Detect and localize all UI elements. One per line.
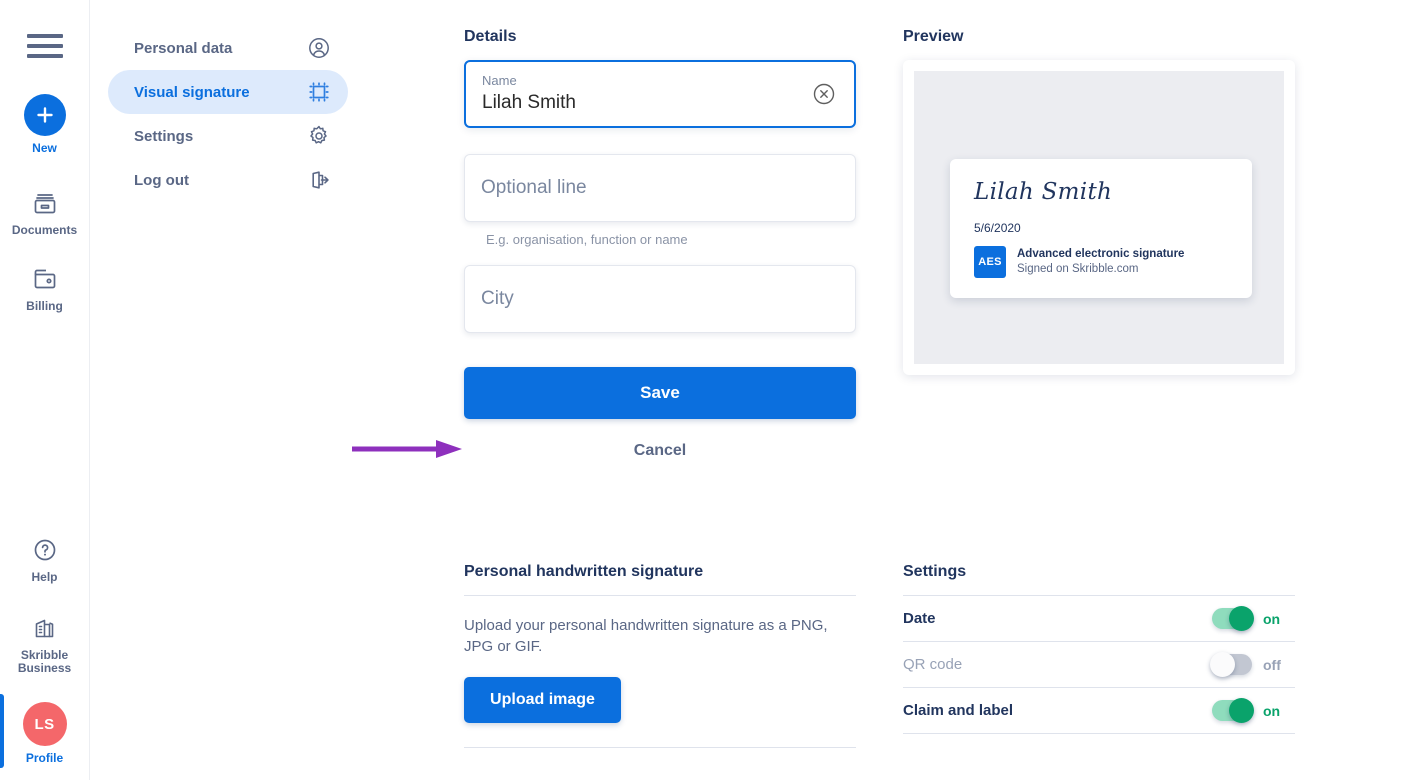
preview-section: Preview Lilah Smith 5/6/2020 AES Advance… (903, 28, 1295, 375)
rail-item-profile[interactable]: LS Profile (0, 694, 90, 769)
avatar: LS (22, 702, 67, 747)
subnav-label: Visual signature (134, 83, 250, 101)
rail-item-skribble-business[interactable]: Skribble Business (0, 613, 90, 677)
crop-frame-icon (306, 79, 332, 105)
hamburger-bar (26, 54, 63, 58)
hamburger-bar (26, 44, 63, 48)
details-title: Details (464, 28, 517, 45)
handwritten-description: Upload your personal handwritten signatu… (464, 617, 828, 656)
toggle-state-qr-code: off (1263, 656, 1281, 673)
preview-card: Lilah Smith 5/6/2020 AES Advanced electr… (903, 60, 1295, 375)
rail-label-documents: Documents (11, 222, 78, 237)
active-indicator-bar (0, 694, 4, 769)
upload-image-button[interactable]: Upload image (464, 676, 621, 723)
logout-icon (306, 167, 332, 193)
setting-row-qr-code: QR code off (903, 642, 1295, 687)
preview-canvas: Lilah Smith 5/6/2020 AES Advanced electr… (914, 71, 1284, 364)
rail-item-billing[interactable]: Billing (0, 264, 90, 314)
billing-icon (30, 264, 60, 294)
rail-label-new: New (32, 141, 57, 155)
rail-item-documents[interactable]: Documents (0, 188, 90, 238)
divider (903, 733, 1295, 734)
divider (464, 595, 856, 596)
signature-claim-texts: Advanced electronic signature Signed on … (1017, 247, 1184, 277)
rail-label-help: Help (31, 569, 58, 584)
signature-name: Lilah Smith (974, 179, 1113, 205)
rail-label-billing: Billing (26, 298, 63, 313)
rail-item-new[interactable]: New (0, 94, 90, 156)
signature-preview-card: Lilah Smith 5/6/2020 AES Advanced electr… (950, 159, 1252, 298)
clear-circle-icon[interactable] (812, 82, 836, 106)
signature-date: 5/6/2020 (974, 221, 1021, 235)
toggle-knob (1229, 698, 1254, 723)
optional-line-hint: E.g. organisation, function or name (486, 232, 688, 247)
toggle-date[interactable] (1212, 606, 1254, 631)
details-section: Details Name Lilah Smith Optional line E… (464, 28, 856, 461)
setting-row-date: Date on (903, 596, 1295, 641)
cancel-button[interactable]: Cancel (464, 441, 856, 461)
subnav-item-personal-data[interactable]: Personal data (108, 26, 348, 70)
subnav-label: Settings (134, 127, 194, 145)
rail-item-help[interactable]: Help (0, 535, 90, 585)
toggle-qr-code[interactable] (1210, 652, 1252, 677)
signature-label: Signed on Skribble.com (1017, 262, 1139, 275)
building-icon (30, 613, 60, 643)
setting-label: QR code (903, 656, 963, 673)
subnav-label: Personal data (134, 39, 233, 57)
handwritten-signature-section: Personal handwritten signature Upload yo… (464, 563, 856, 748)
gear-icon (306, 123, 332, 149)
settings-title: Settings (903, 563, 967, 580)
subnav-item-log-out[interactable]: Log out (108, 158, 348, 202)
app-root: New Documents Billing Help Skribble Busi… (0, 0, 1424, 780)
hamburger-icon[interactable] (26, 34, 63, 58)
toggle-knob (1210, 652, 1235, 677)
optional-line-placeholder: Optional line (481, 177, 587, 199)
signature-claim-row: AES Advanced electronic signature Signed… (974, 246, 1228, 278)
settings-section: Settings Date on QR code off Claim and l… (903, 563, 1295, 734)
rail-label-business-1: Skribble (20, 647, 69, 662)
city-placeholder: City (481, 288, 514, 310)
toggle-state-claim-and-label: on (1263, 702, 1281, 719)
purple-arrow-annotation (352, 440, 462, 458)
setting-row-claim-and-label: Claim and label on (903, 688, 1295, 733)
user-circle-icon (306, 35, 332, 61)
toggle-state-date: on (1263, 610, 1281, 627)
documents-icon (30, 188, 60, 218)
handwritten-title: Personal handwritten signature (464, 563, 704, 580)
subnav-item-visual-signature[interactable]: Visual signature (108, 70, 348, 114)
name-field-label: Name (482, 73, 517, 89)
setting-label: Claim and label (903, 702, 1014, 719)
rail-label-profile: Profile (25, 751, 64, 766)
setting-label: Date (903, 610, 936, 627)
hamburger-bar (26, 34, 63, 38)
profile-subnav: Personal data Visual signature Settings (108, 26, 348, 202)
divider (464, 746, 856, 748)
rail-label-business-2: Business (17, 661, 72, 676)
toggle-knob (1229, 606, 1254, 631)
signature-claim: Advanced electronic signature (1017, 247, 1185, 260)
subnav-item-settings[interactable]: Settings (108, 114, 348, 158)
subnav-label: Log out (134, 171, 189, 189)
aes-badge: AES (974, 246, 1006, 278)
left-rail: New Documents Billing Help Skribble Busi… (0, 0, 90, 780)
city-field[interactable]: City (464, 265, 856, 333)
optional-line-field[interactable]: Optional line (464, 154, 856, 222)
save-button[interactable]: Save (464, 367, 856, 419)
preview-title: Preview (903, 28, 964, 45)
name-field[interactable]: Name Lilah Smith (464, 60, 856, 128)
help-circle-icon (30, 535, 60, 565)
plus-icon (23, 94, 66, 136)
toggle-claim-and-label[interactable] (1212, 698, 1254, 723)
name-field-value: Lilah Smith (482, 91, 576, 113)
